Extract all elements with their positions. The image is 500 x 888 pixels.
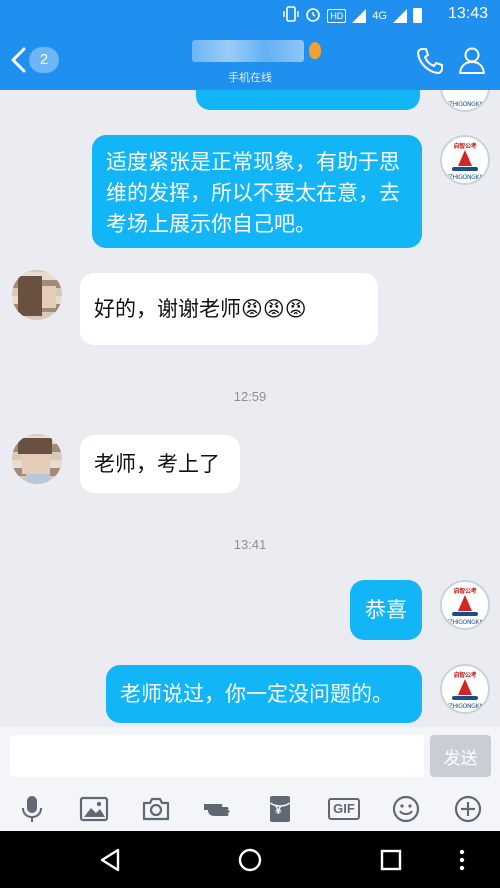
camera-icon[interactable] (138, 791, 174, 827)
person-icon[interactable] (456, 44, 488, 76)
battery-icon (413, 8, 422, 23)
poke-icon[interactable] (200, 791, 236, 827)
contact-name-blurred (192, 40, 304, 62)
input-toolbar: ¥ GIF (0, 787, 500, 831)
teacher-avatar[interactable]: 启智公考 QIZHIGONGKAO (440, 135, 490, 185)
nav-back-icon[interactable] (96, 845, 126, 875)
nav-menu-icon[interactable] (452, 845, 482, 875)
message-bubble-outgoing[interactable]: 老师说过，你一定没问题的。 (106, 665, 422, 723)
flame-icon (309, 42, 321, 59)
sailboat-logo (458, 150, 472, 166)
gif-label: GIF (328, 798, 360, 820)
status-time: 13:43 (447, 5, 488, 22)
chat-area[interactable]: QIZHIGONGKAO 适度紧张是正常现象，有助于思维的发挥，所以不要太在意，… (0, 90, 500, 727)
red-packet-label: ¥ (275, 803, 282, 817)
teacher-avatar[interactable]: 启智公考 QIZHIGONGKAO (440, 664, 490, 714)
red-packet-icon[interactable]: ¥ (262, 791, 298, 827)
send-button[interactable]: 发送 (430, 735, 491, 777)
signal-strength-icon (393, 8, 407, 23)
vibrate-icon (283, 6, 300, 25)
teacher-avatar[interactable]: 启智公考 QIZHIGONGKAO (440, 580, 490, 630)
nav-home-icon[interactable] (235, 845, 265, 875)
plus-icon[interactable] (450, 791, 486, 827)
student-avatar[interactable] (12, 270, 62, 320)
chat-header: 2 手机在线 (0, 30, 500, 90)
nav-recents-icon[interactable] (376, 845, 406, 875)
status-icons: HD 4G (283, 6, 422, 25)
message-bubble-incoming[interactable]: 老师，考上了 (80, 435, 240, 493)
alarm-icon (305, 6, 321, 25)
signal-icon (352, 8, 367, 23)
image-icon[interactable] (76, 791, 112, 827)
composer: 发送 (0, 727, 500, 787)
gif-icon[interactable]: GIF (324, 791, 364, 827)
emoji-icon[interactable] (388, 791, 424, 827)
message-bubble-outgoing[interactable]: 恭喜 (350, 580, 422, 640)
sailboat-logo (458, 595, 472, 611)
network-label: 4G (372, 9, 387, 22)
teacher-avatar[interactable]: QIZHIGONGKAO (440, 90, 490, 112)
status-bar: HD 4G 13:43 (0, 0, 500, 30)
message-bubble-outgoing[interactable]: 适度紧张是正常现象，有助于思维的发挥，所以不要太在意，去考场上展示你自己吧。 (92, 135, 422, 248)
microphone-icon[interactable] (14, 791, 50, 827)
message-timestamp: 12:59 (233, 389, 267, 404)
student-avatar[interactable] (12, 434, 62, 484)
hd-icon: HD (327, 8, 347, 23)
sailboat-logo (458, 679, 472, 695)
message-bubble-incoming[interactable]: 好的，谢谢老师😡😡😡 (80, 273, 378, 345)
message-bubble-partial[interactable] (196, 90, 420, 110)
message-timestamp: 13:41 (233, 537, 267, 552)
phone-icon[interactable] (414, 45, 446, 77)
message-input[interactable] (10, 735, 424, 777)
navigation-bar (0, 831, 500, 888)
